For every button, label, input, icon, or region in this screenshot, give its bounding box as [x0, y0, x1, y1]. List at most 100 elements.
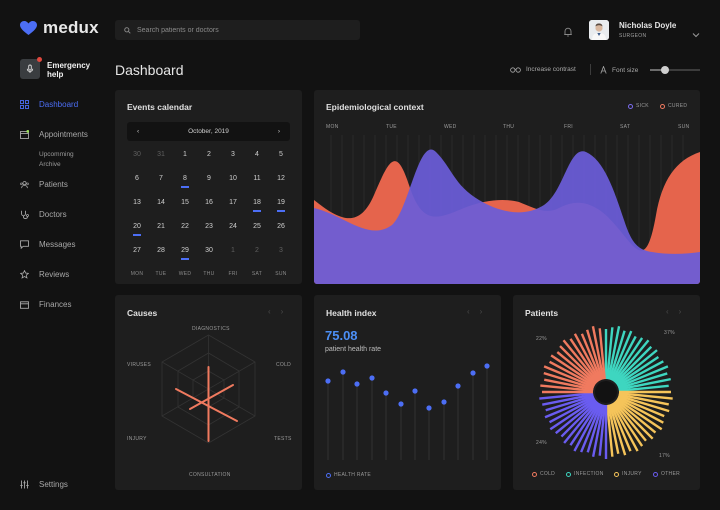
- calendar-day[interactable]: 27: [125, 243, 149, 267]
- epi-day-fri: FRI: [564, 124, 573, 130]
- patients-radial-chart: [539, 326, 673, 459]
- sidebar-item-label: Settings: [39, 480, 68, 489]
- legend-cold-label: COLD: [540, 471, 556, 477]
- calendar-day[interactable]: 25: [245, 219, 269, 243]
- legend-infection-label: INFECTION: [574, 471, 604, 477]
- grid-icon: [20, 100, 29, 109]
- calendar-day[interactable]: 19: [269, 195, 293, 219]
- calendar-day[interactable]: 2: [245, 243, 269, 267]
- infection-dot-icon: [566, 471, 571, 477]
- calendar-day[interactable]: 22: [173, 219, 197, 243]
- sidebar-item-label: Doctors: [39, 210, 67, 219]
- subnav-archive[interactable]: Archive: [39, 161, 61, 168]
- causes-label-injury: INJURY: [127, 436, 147, 442]
- calendar-weekday: TUE: [155, 271, 167, 277]
- users-icon: [20, 180, 29, 189]
- sidebar-item-label: Reviews: [39, 270, 70, 279]
- chevron-left-icon[interactable]: ‹: [137, 128, 139, 135]
- logo[interactable]: medux: [20, 18, 99, 38]
- calendar-day[interactable]: 20: [125, 219, 149, 243]
- calendar-day[interactable]: 23: [197, 219, 221, 243]
- app-name: medux: [43, 18, 99, 37]
- epi-day-wed: WED: [444, 124, 457, 130]
- calendar-day[interactable]: 1: [221, 243, 245, 267]
- calendar-day[interactable]: 2: [197, 147, 221, 171]
- calendar-day[interactable]: 8: [173, 171, 197, 195]
- chevron-down-icon[interactable]: [692, 25, 700, 43]
- increase-contrast-button[interactable]: Increase contrast: [510, 66, 576, 73]
- calendar-day[interactable]: 15: [173, 195, 197, 219]
- calendar-day[interactable]: 21: [149, 219, 173, 243]
- user-name: Nicholas Doyle: [619, 21, 677, 30]
- sidebar-item-messages[interactable]: Messages: [20, 240, 75, 249]
- health-lollipop-chart: [325, 363, 490, 460]
- calendar-day[interactable]: 3: [221, 147, 245, 171]
- chevron-right-icon[interactable]: ›: [278, 128, 280, 135]
- sidebar-item-reviews[interactable]: Reviews: [20, 270, 69, 279]
- star-icon: [20, 270, 29, 279]
- calendar-day[interactable]: 3: [269, 243, 293, 267]
- calendar-weekday: SUN: [275, 271, 287, 277]
- causes-label-viruses: VIRUSES: [127, 362, 152, 368]
- emergency-alert-dot: [37, 57, 42, 62]
- sliders-icon: [20, 480, 29, 489]
- sidebar-item-label: Finances: [39, 300, 72, 309]
- subnav-upcoming[interactable]: Upcomming: [39, 151, 74, 158]
- calendar-day[interactable]: 24: [221, 219, 245, 243]
- sidebar-item-appointments[interactable]: Appointments: [20, 130, 88, 139]
- sidebar-item-patients[interactable]: Patients: [20, 180, 68, 189]
- sidebar-item-doctors[interactable]: Doctors: [20, 210, 67, 219]
- calendar-day[interactable]: 31: [149, 147, 173, 171]
- calendar-day[interactable]: 29: [173, 243, 197, 267]
- legend-sick: SICK: [628, 103, 649, 109]
- cured-dot-icon: [660, 103, 665, 109]
- epi-day-tue: TUE: [386, 124, 397, 130]
- calendar-day[interactable]: 6: [125, 171, 149, 195]
- calendar-day[interactable]: 4: [245, 147, 269, 171]
- health-legend-label: HEALTH RATE: [334, 472, 372, 478]
- epi-day-sun: SUN: [678, 124, 690, 130]
- font-icon: [600, 66, 607, 74]
- causes-label-cold: COLD: [276, 362, 292, 368]
- calendar-day[interactable]: 28: [149, 243, 173, 267]
- calendar-month-nav: ‹ October, 2019 ›: [127, 122, 290, 141]
- heart-logo-icon: [20, 20, 37, 35]
- calendar-weekday: THU: [203, 271, 215, 277]
- search-input[interactable]: [137, 26, 347, 34]
- calendar-day[interactable]: 17: [221, 195, 245, 219]
- glasses-icon: [510, 67, 521, 73]
- other-dot-icon: [653, 471, 658, 477]
- causes-label-tests: TESTS: [274, 436, 292, 442]
- calendar-day[interactable]: 30: [125, 147, 149, 171]
- legend-other: OTHER: [653, 471, 680, 477]
- calendar-month: October, 2019: [188, 128, 229, 135]
- sidebar-item-finances[interactable]: Finances: [20, 300, 71, 309]
- causes-label-consultation: CONSULTATION: [189, 472, 231, 478]
- emergency-label[interactable]: Emergency help: [47, 61, 102, 79]
- font-size-slider-knob[interactable]: [661, 66, 669, 74]
- sidebar-item-settings[interactable]: Settings: [20, 480, 68, 489]
- calendar-day[interactable]: 5: [269, 147, 293, 171]
- search-box[interactable]: [115, 20, 360, 40]
- calendar-day[interactable]: 30: [197, 243, 221, 267]
- epi-chart: [314, 135, 700, 284]
- calendar-day[interactable]: 10: [221, 171, 245, 195]
- sidebar-item-dashboard[interactable]: Dashboard: [20, 100, 78, 109]
- calendar-day[interactable]: 1: [173, 147, 197, 171]
- bell-icon[interactable]: [563, 24, 573, 42]
- page-title: Dashboard: [115, 62, 184, 78]
- font-size-control[interactable]: Font size: [600, 66, 638, 74]
- calendar-day[interactable]: 18: [245, 195, 269, 219]
- calendar-day[interactable]: 13: [125, 195, 149, 219]
- avatar[interactable]: [589, 20, 609, 40]
- calendar-day[interactable]: 26: [269, 219, 293, 243]
- sidebar-item-label: Dashboard: [39, 100, 79, 109]
- calendar-day[interactable]: 7: [149, 171, 173, 195]
- calendar-day[interactable]: 11: [245, 171, 269, 195]
- patients-pct-c: 24%: [536, 440, 547, 446]
- calendar-day[interactable]: 16: [197, 195, 221, 219]
- calendar-day[interactable]: 14: [149, 195, 173, 219]
- calendar-day[interactable]: 12: [269, 171, 293, 195]
- emergency-button[interactable]: [20, 59, 40, 79]
- calendar-day[interactable]: 9: [197, 171, 221, 195]
